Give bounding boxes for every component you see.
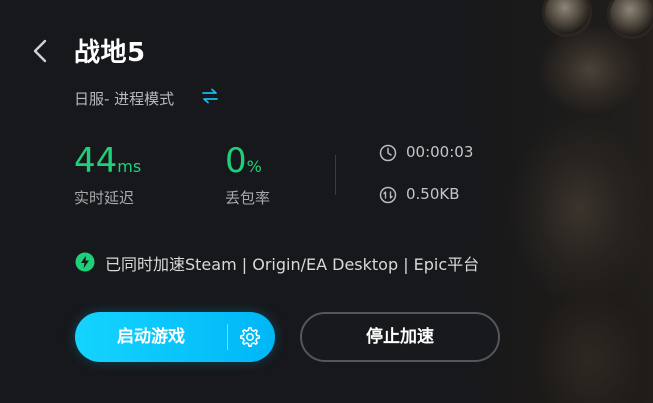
session-traffic: 0.50KB bbox=[406, 185, 460, 203]
stop-acceleration-button[interactable]: 停止加速 bbox=[300, 312, 500, 362]
latency-label: 实时延迟 bbox=[74, 189, 135, 207]
start-game-button[interactable]: 启动游戏 bbox=[75, 312, 275, 362]
game-title: 战地5 bbox=[74, 38, 146, 68]
server-mode-label: 日服- 进程模式 bbox=[74, 90, 175, 108]
packet-loss-label: 丢包率 bbox=[225, 189, 271, 207]
start-game-label: 启动游戏 bbox=[117, 327, 185, 347]
latency-value: 44ms bbox=[74, 144, 141, 184]
packet-loss-value: 0% bbox=[225, 144, 262, 184]
soldier-goggle-right bbox=[610, 0, 653, 36]
session-duration: 00:00:03 bbox=[406, 143, 474, 161]
soldier-goggle-left bbox=[545, 0, 589, 34]
traffic-icon bbox=[379, 186, 397, 204]
lightning-icon bbox=[75, 252, 95, 272]
latency-unit: ms bbox=[117, 157, 142, 176]
latency-number: 44 bbox=[74, 141, 118, 181]
packet-loss-number: 0 bbox=[225, 141, 247, 181]
multi-platform-notice: 已同时加速Steam | Origin/EA Desktop | Epic平台 bbox=[105, 255, 480, 274]
packet-loss-unit: % bbox=[246, 157, 262, 176]
start-button-divider bbox=[227, 324, 228, 350]
gear-icon[interactable] bbox=[239, 326, 261, 348]
stats-divider bbox=[335, 155, 336, 195]
swap-icon[interactable] bbox=[201, 87, 219, 105]
back-arrow-icon[interactable] bbox=[30, 38, 52, 64]
stop-acceleration-label: 停止加速 bbox=[366, 327, 434, 347]
clock-icon bbox=[379, 144, 397, 162]
